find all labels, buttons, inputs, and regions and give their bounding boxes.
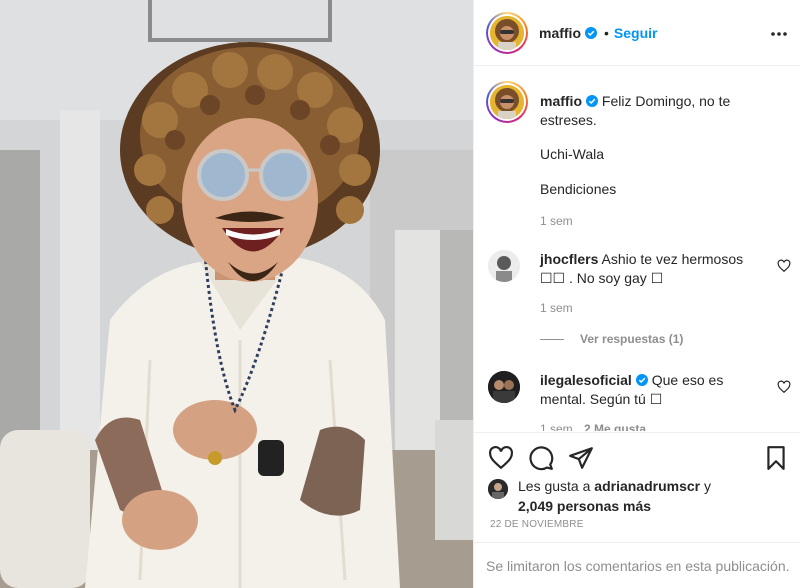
more-options-icon[interactable]	[769, 24, 789, 44]
post-date[interactable]: 22 DE NOVIEMBRE	[490, 519, 584, 530]
comment-body: ilegalesoficial Que eso es mental. Según…	[540, 371, 767, 409]
liker-username[interactable]: adrianadrumscr	[594, 478, 700, 494]
caption-line-3: Bendiciones	[540, 181, 617, 197]
heart-icon[interactable]	[488, 445, 514, 471]
post-side-panel: maffio • Seguir maffio Feliz Domingo, no…	[473, 0, 800, 588]
comment-time[interactable]: 1 sem	[540, 422, 573, 431]
comment-body: jhocflers Ashio te vez hermosos ☐☐ . No …	[540, 250, 767, 288]
caption-username[interactable]: maffio	[540, 93, 582, 109]
caption-line-2: Uchi-Wala	[540, 146, 605, 162]
action-bar	[474, 432, 800, 482]
view-replies-label: Ver respuestas (1)	[580, 332, 684, 346]
caption-text: maffio Feliz Domingo, no te estreses.	[540, 92, 767, 130]
heart-icon[interactable]	[777, 259, 791, 273]
comment-item: ilegalesoficial Que eso es mental. Según…	[488, 371, 793, 431]
share-icon[interactable]	[568, 445, 594, 471]
header-separator: •	[604, 24, 609, 41]
comment-time[interactable]: 1 sem	[540, 299, 767, 318]
comments-list[interactable]: maffio Feliz Domingo, no te estreses. Uc…	[474, 67, 800, 431]
post-header: maffio • Seguir	[474, 0, 800, 66]
comment-avatar[interactable]	[488, 250, 520, 282]
verified-badge-icon	[586, 95, 598, 107]
verified-badge-icon	[585, 26, 597, 39]
comment-avatar[interactable]	[488, 371, 520, 403]
comment-meta: 1 sem 2 Me gusta	[540, 420, 767, 431]
comment-username[interactable]: jhocflers	[540, 251, 598, 267]
comment-likes[interactable]: 2 Me gusta	[584, 422, 646, 431]
avatar-image	[490, 15, 524, 50]
comment-icon[interactable]	[528, 445, 554, 471]
likes-count[interactable]: 2,049 personas más	[518, 498, 651, 514]
caption-time[interactable]: 1 sem	[540, 212, 767, 231]
caption-avatar[interactable]	[486, 81, 528, 123]
comment-username[interactable]: ilegalesoficial	[540, 372, 632, 388]
follow-button[interactable]: Seguir	[614, 25, 658, 41]
post-photo-illustration	[0, 0, 473, 588]
bookmark-icon[interactable]	[763, 445, 789, 471]
heart-icon[interactable]	[777, 380, 791, 394]
comment-item: jhocflers Ashio te vez hermosos ☐☐ . No …	[488, 250, 793, 315]
likes-summary: Les gusta a adrianadrumscr y 2,049 perso…	[488, 476, 793, 516]
likes-joiner: y	[704, 478, 711, 494]
likes-prefix: Les gusta a	[518, 478, 591, 494]
post-username[interactable]: maffio	[539, 25, 581, 41]
verified-badge-icon	[635, 374, 648, 386]
replies-divider	[540, 338, 564, 340]
view-replies-button[interactable]: Ver respuestas (1)	[540, 332, 683, 346]
comments-limited-notice: Se limitaron los comentarios en esta pub…	[474, 542, 800, 588]
liker-avatar[interactable]	[488, 479, 508, 499]
post-modal: maffio • Seguir maffio Feliz Domingo, no…	[0, 0, 800, 588]
post-photo[interactable]	[0, 0, 473, 588]
avatar[interactable]	[486, 11, 528, 54]
